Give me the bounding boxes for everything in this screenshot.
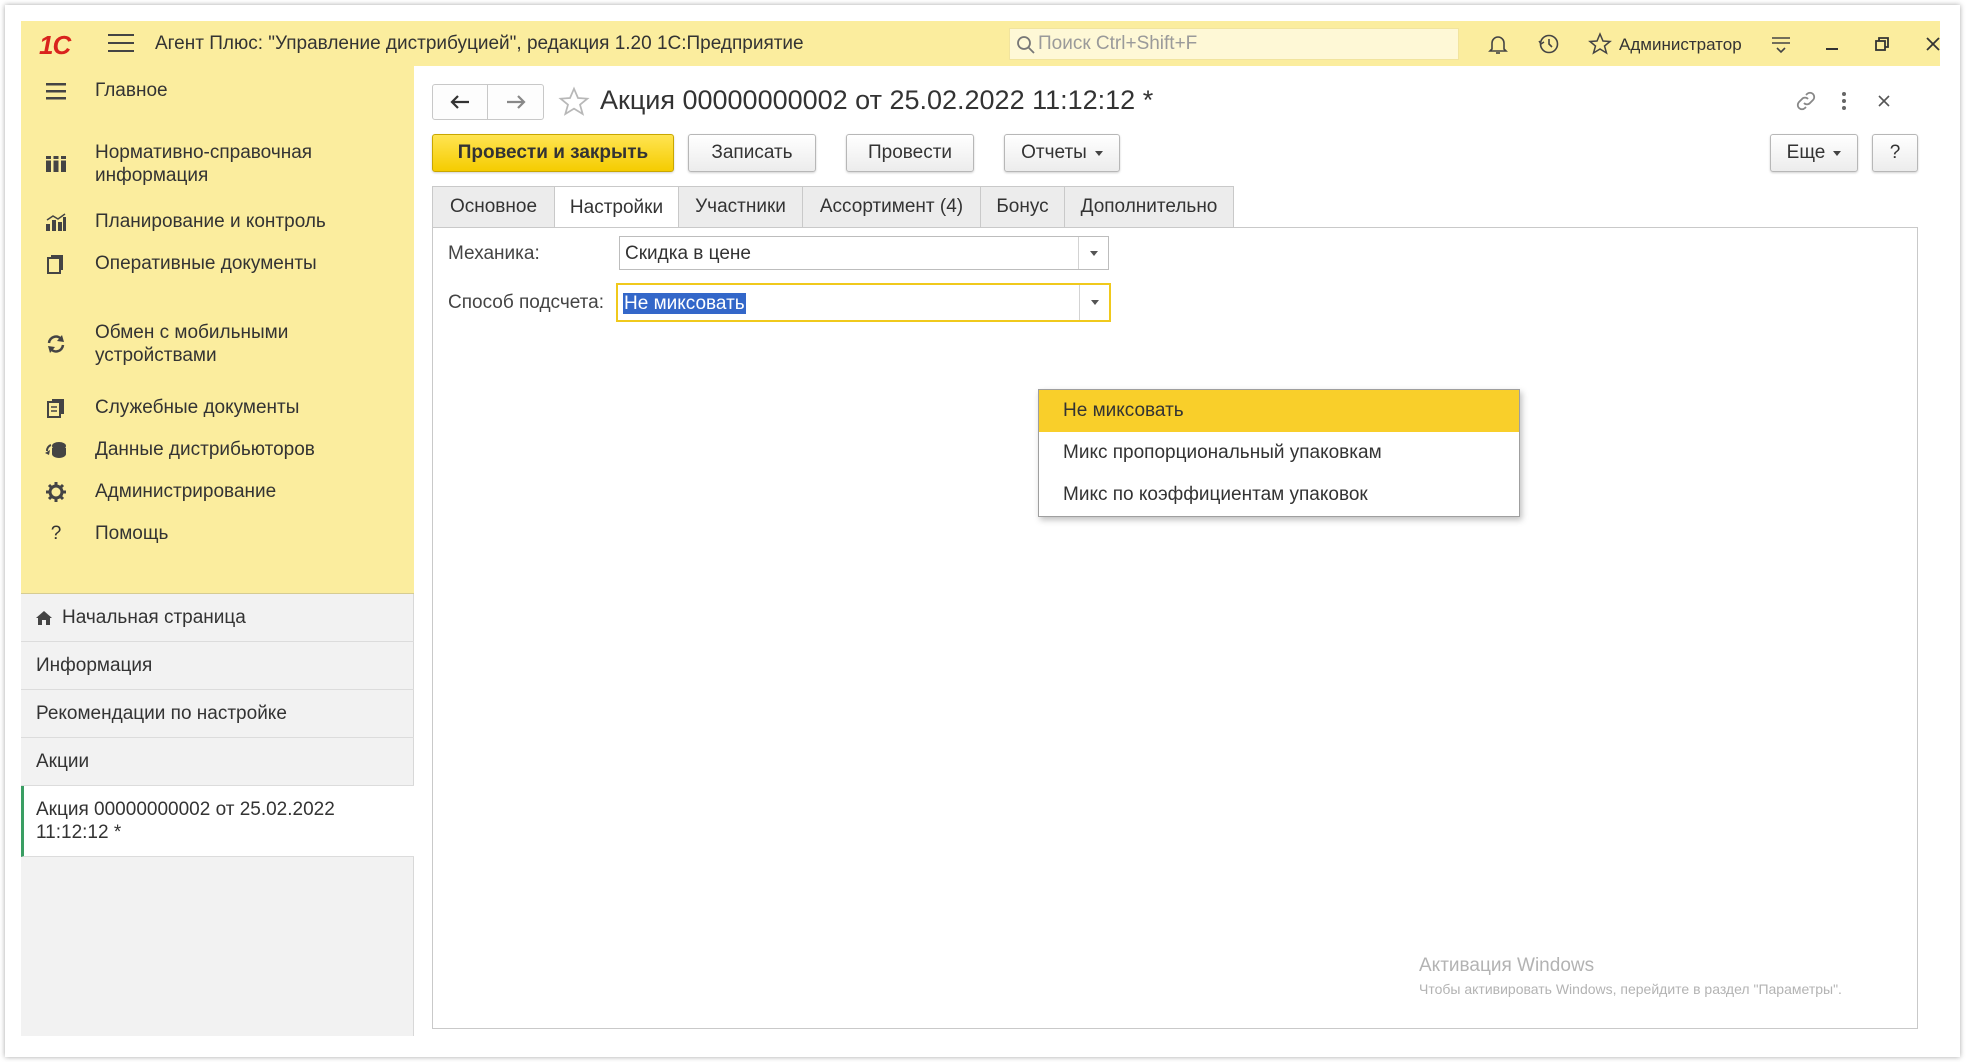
bell-icon[interactable] [1485, 31, 1511, 57]
post-button[interactable]: Провести [846, 134, 974, 172]
favorite-star-icon[interactable] [557, 86, 591, 123]
section-distributors[interactable]: Данные дистрибьюторов [21, 435, 414, 465]
watermark-title: Активация Windows [1419, 955, 1595, 976]
app-logo: 1С [39, 30, 71, 60]
nav-current-promotion[interactable]: Акция 00000000002 от 25.02.2022 11:12:12… [21, 786, 414, 857]
section-panel: Главное Нормативно-справочная информация… [21, 66, 414, 594]
dropdown-arrow-icon[interactable] [1079, 285, 1109, 320]
sidebar: Главное Нормативно-справочная информация… [21, 66, 414, 1036]
calc-method-dropdown: Не миксовать Микс пропорциональный упако… [1038, 389, 1520, 517]
app-title: Агент Плюс: "Управление дистрибуцией", р… [155, 33, 804, 54]
mechanics-value: Скидка в цене [625, 243, 751, 264]
help-button[interactable]: ? [1872, 134, 1918, 172]
nav-information[interactable]: Информация [21, 642, 414, 690]
tab-participants[interactable]: Участники [678, 186, 802, 228]
option-mix-coefficients[interactable]: Микс по коэффициентам упаковок [1039, 474, 1519, 516]
watermark-subtitle: Чтобы активировать Windows, перейдите в … [1419, 981, 1842, 997]
section-label: Данные дистрибьюторов [95, 439, 315, 460]
open-windows-list: Начальная страница Информация Рекомендац… [21, 594, 414, 857]
service-docs-icon [41, 393, 71, 423]
forward-arrow-icon[interactable] [488, 85, 543, 119]
calc-method-label: Способ подсчета: [448, 292, 604, 313]
help-icon: ? [50, 523, 62, 544]
close-window-icon[interactable] [1920, 31, 1946, 57]
gear-icon [41, 477, 71, 507]
section-label: Помощь [95, 523, 169, 544]
documents-icon [41, 249, 71, 279]
history-nav [432, 84, 544, 120]
nav-label: Акции [36, 750, 90, 772]
section-label: Оперативные документы [95, 253, 317, 274]
link-icon[interactable] [1793, 88, 1819, 114]
favorites-star-icon[interactable] [1587, 31, 1613, 57]
tab-bonus[interactable]: Бонус [980, 186, 1064, 228]
dropdown-arrow-icon[interactable] [1078, 237, 1108, 269]
chart-icon [41, 207, 71, 237]
search-icon [1016, 35, 1036, 60]
main-menu-icon[interactable] [108, 31, 134, 55]
document-title: Акция 00000000002 от 25.02.2022 11:12:12… [600, 85, 1154, 115]
restore-icon[interactable] [1869, 31, 1895, 57]
tab-assortment[interactable]: Ассортимент (4) [802, 186, 980, 228]
section-mobile-exchange[interactable]: Обмен с мобильными устройствами [21, 321, 414, 367]
section-service-docs[interactable]: Служебные документы [21, 393, 414, 423]
calc-method-select[interactable]: Не миксовать [616, 283, 1111, 322]
post-and-close-button[interactable]: Провести и закрыть [432, 134, 674, 172]
tab-additional[interactable]: Дополнительно [1064, 186, 1234, 228]
current-user[interactable]: Администратор [1619, 35, 1742, 55]
option-mix-proportional[interactable]: Микс пропорциональный упаковкам [1039, 432, 1519, 474]
more-button[interactable]: Еще [1770, 134, 1858, 172]
catalog-icon [41, 149, 71, 179]
reports-label: Отчеты [1021, 142, 1087, 163]
tab-main[interactable]: Основное [432, 186, 554, 228]
option-no-mix[interactable]: Не миксовать [1039, 390, 1519, 432]
chevron-down-icon [1094, 150, 1103, 156]
form-tabs: Основное Настройки Участники Ассортимент… [432, 186, 1234, 229]
settings-panel: Механика: Скидка в цене Способ подсчета:… [432, 227, 1918, 1029]
nav-label: Начальная страница [62, 606, 246, 628]
section-help[interactable]: ? Помощь [21, 519, 414, 549]
settings-lines-icon[interactable] [1768, 31, 1794, 57]
mechanics-label: Механика: [448, 243, 540, 264]
chevron-down-icon [1833, 150, 1842, 156]
section-planning[interactable]: Планирование и контроль [21, 207, 414, 237]
save-button[interactable]: Записать [688, 134, 816, 172]
nav-home[interactable]: Начальная страница [21, 594, 414, 642]
menu-icon [41, 76, 71, 106]
search-input[interactable] [1038, 29, 1448, 59]
section-label: Нормативно-справочная информация [95, 142, 313, 186]
calc-method-value: Не миксовать [623, 293, 746, 314]
minimize-icon[interactable] [1819, 31, 1845, 57]
section-reference[interactable]: Нормативно-справочная информация [21, 141, 414, 187]
distributors-icon [41, 435, 71, 465]
nav-promotions[interactable]: Акции [21, 738, 414, 786]
reports-button[interactable]: Отчеты [1004, 134, 1120, 172]
section-label: Служебные документы [95, 397, 300, 418]
section-label: Планирование и контроль [95, 211, 326, 232]
section-operational-docs[interactable]: Оперативные документы [21, 249, 414, 279]
history-icon[interactable] [1536, 31, 1562, 57]
nav-label: Информация [36, 654, 153, 676]
nav-label: Рекомендации по настройке [36, 702, 287, 724]
home-icon [35, 610, 53, 626]
mechanics-select[interactable]: Скидка в цене [619, 236, 1109, 270]
tab-settings[interactable]: Настройки [554, 186, 678, 229]
more-label: Еще [1786, 142, 1826, 163]
section-label: Администрирование [95, 481, 277, 502]
section-label: Главное [95, 80, 168, 101]
nav-setup-recommendations[interactable]: Рекомендации по настройке [21, 690, 414, 738]
global-search[interactable] [1009, 28, 1459, 60]
close-form-icon[interactable] [1871, 88, 1897, 114]
title-bar: 1С Агент Плюс: "Управление дистрибуцией"… [21, 21, 1940, 66]
section-label: Обмен с мобильными устройствами [95, 322, 289, 366]
sync-icon [41, 329, 71, 359]
back-arrow-icon[interactable] [433, 85, 488, 119]
section-administration[interactable]: Администрирование [21, 477, 414, 507]
windows-activation-watermark: Активация Windows Чтобы активировать Win… [1419, 955, 1842, 997]
document-form: Акция 00000000002 от 25.02.2022 11:12:12… [414, 66, 1940, 1036]
nav-label: Акция 00000000002 от 25.02.2022 11:12:12… [36, 799, 335, 843]
section-main[interactable]: Главное [21, 76, 414, 106]
more-vertical-icon[interactable] [1831, 88, 1857, 114]
